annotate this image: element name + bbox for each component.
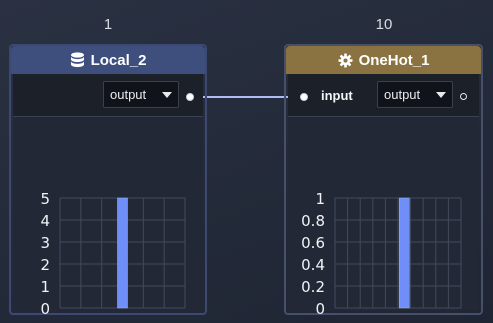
y-tick-label: 0 — [40, 300, 50, 318]
output-select[interactable]: output — [377, 81, 453, 108]
output-select[interactable]: output — [103, 81, 179, 108]
y-tick-label: 0 — [315, 300, 325, 318]
io-row: input output — [288, 74, 479, 117]
y-tick-label: 1 — [40, 278, 50, 296]
output-port[interactable] — [460, 93, 467, 100]
y-tick-label: 0.2 — [301, 278, 325, 296]
chart-onehot: 00.20.40.60.810123456789 — [301, 190, 462, 318]
y-tick-label: 0.8 — [301, 212, 325, 230]
output-port[interactable] — [186, 93, 194, 101]
y-tick-label: 2 — [40, 256, 50, 274]
chevron-down-icon — [162, 92, 172, 98]
chevron-down-icon — [436, 92, 446, 98]
y-tick-label: 5 — [40, 190, 50, 208]
chart-local: 0 1 2 3 4 5 — [40, 190, 186, 318]
y-tick-label: 4 — [40, 212, 50, 230]
y-tick-label: 0.6 — [301, 234, 325, 252]
node-title: OneHot_1 — [358, 51, 430, 69]
input-port[interactable] — [300, 93, 308, 101]
node-header[interactable]: Local_2 — [11, 46, 205, 74]
y-tick-label: 3 — [40, 234, 50, 252]
bar — [399, 197, 410, 309]
node-onehot[interactable]: OneHot_1 input output 00.20.40.60.810123… — [284, 44, 483, 318]
y-tick-label: 0.4 — [301, 256, 325, 274]
node-header[interactable]: OneHot_1 — [286, 46, 481, 74]
input-label: input — [321, 88, 353, 103]
node-title: Local_2 — [90, 51, 147, 69]
output-select-value: output — [384, 87, 421, 102]
node-body: output 0 1 2 3 4 5 — [13, 74, 203, 318]
node-local[interactable]: Local_2 output 0 1 2 3 4 5 — [9, 44, 207, 318]
database-icon — [70, 52, 84, 68]
bar — [117, 197, 128, 309]
output-row: output — [13, 74, 203, 117]
gear-icon — [338, 52, 353, 68]
output-select-value: output — [110, 87, 147, 102]
node-body: input output 00.20.40.60.810123456789 — [288, 74, 479, 318]
y-tick-label: 1 — [315, 190, 325, 208]
